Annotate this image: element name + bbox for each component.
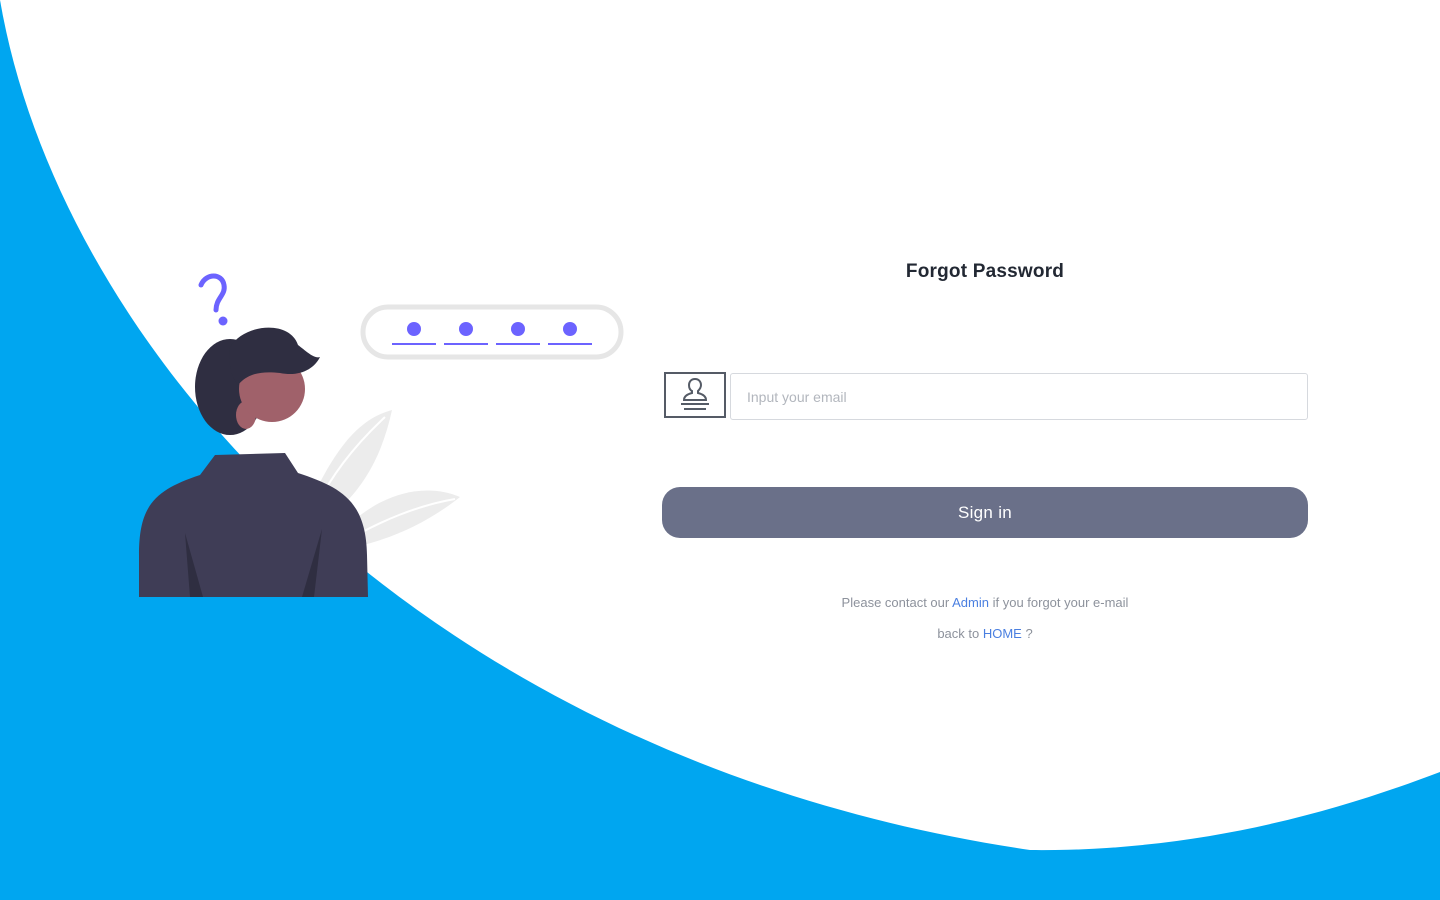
sign-in-button[interactable]: Sign in [662,487,1308,538]
password-dots-icon [360,304,624,360]
page-title: Forgot Password [905,261,1065,282]
question-mark-icon [198,273,228,326]
admin-link[interactable]: Admin [952,595,989,610]
email-field-icon-box [664,372,726,418]
back-home-prefix: back to [937,626,983,641]
contact-admin-text: Please contact our Admin if you forgot y… [662,595,1308,610]
forgot-password-illustration [139,273,624,597]
email-row [662,372,1308,420]
contact-admin-suffix: if you forgot your e-mail [988,595,1129,610]
contact-admin-prefix: Please contact our [841,595,953,610]
back-home-text: back to HOME ? [662,626,1308,641]
forgot-password-form: Forgot Password Sign in Please contact o… [662,250,1308,641]
email-input[interactable] [730,373,1308,420]
user-card-icon [681,377,709,410]
home-link[interactable]: HOME [983,626,1022,641]
back-home-suffix: ? [1021,626,1033,641]
